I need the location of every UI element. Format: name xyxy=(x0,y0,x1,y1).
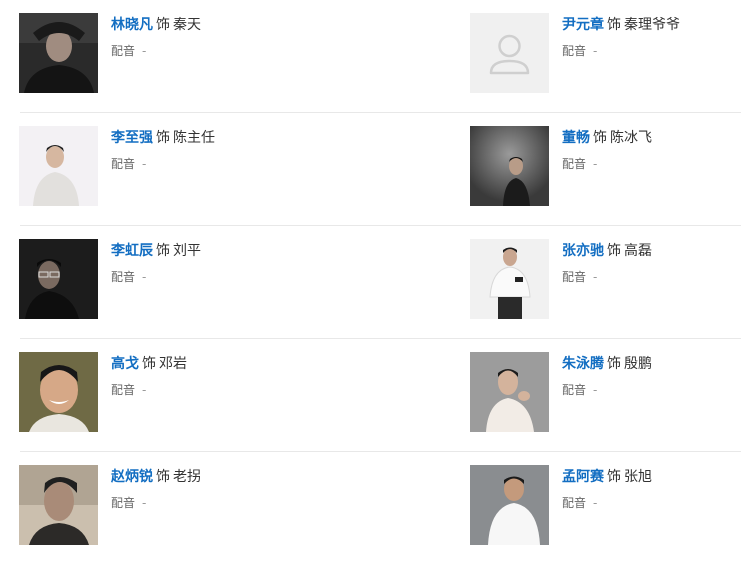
dub-label: 配音 xyxy=(111,496,136,510)
as-label: 饰 xyxy=(607,243,621,259)
actor-name-link[interactable]: 尹元章 xyxy=(562,17,604,33)
dub-value: - xyxy=(142,496,147,510)
as-label: 饰 xyxy=(607,17,621,33)
cast-item: 赵炳锐饰老拐 配音 - xyxy=(19,465,439,545)
cast-row: 林晓凡饰秦天 配音 - 尹元章饰秦理爷爷 配音 - xyxy=(0,0,741,113)
cast-item: 尹元章饰秦理爷爷 配音 - xyxy=(470,13,730,93)
dub-value: - xyxy=(142,270,147,284)
dub-label: 配音 xyxy=(562,496,587,510)
actor-name-link[interactable]: 孟阿赛 xyxy=(562,469,604,485)
as-label: 饰 xyxy=(593,130,607,146)
dub-value: - xyxy=(142,44,147,58)
actor-photo[interactable] xyxy=(19,239,98,319)
dub-value: - xyxy=(593,157,598,171)
dub-value: - xyxy=(142,383,147,397)
dub-value: - xyxy=(593,383,598,397)
actor-photo[interactable] xyxy=(19,352,98,432)
cast-item: 董畅饰陈冰飞 配音 - xyxy=(470,126,730,206)
cast-list: 林晓凡饰秦天 配音 - 尹元章饰秦理爷爷 配音 - 李至强 饰 陈主任 配音 -… xyxy=(0,0,741,561)
actor-name-link[interactable]: 林晓凡 xyxy=(111,17,153,33)
dub-label: 配音 xyxy=(562,383,587,397)
cast-item: 林晓凡饰秦天 配音 - xyxy=(19,13,439,93)
actor-photo[interactable] xyxy=(470,465,549,545)
dub-value: - xyxy=(593,270,598,284)
dub-label: 配音 xyxy=(562,157,587,171)
cast-row: 李至强饰陈主任 配音 - 董畅饰陈冰飞 配音 - xyxy=(0,113,741,226)
cast-item: 朱泳腾饰殷鹏 配音 - xyxy=(470,352,730,432)
dub-label: 配音 xyxy=(111,383,136,397)
dub-value: - xyxy=(593,44,598,58)
dub-label: 配音 xyxy=(111,157,136,171)
cast-row: 高戈饰邓岩 配音 - 朱泳腾饰殷鹏 配音 - xyxy=(0,339,741,452)
cast-item: 孟阿赛饰张旭 配音 - xyxy=(470,465,730,545)
actor-name-link[interactable]: 李至强 xyxy=(111,130,153,146)
cast-item: 李虹辰饰刘平 配音 - xyxy=(19,239,439,319)
as-label: 饰 xyxy=(156,130,170,146)
role-name: 秦天 xyxy=(173,17,201,33)
actor-name-link[interactable]: 张亦驰 xyxy=(562,243,604,259)
role-name: 秦理爷爷 xyxy=(624,17,680,33)
dub-label: 配音 xyxy=(111,270,136,284)
cast-row: 李虹辰饰刘平 配音 - 张亦驰饰高磊 配音 - xyxy=(0,226,741,339)
as-label: 饰 xyxy=(607,469,621,485)
dub-value: - xyxy=(593,496,598,510)
dub-label: 配音 xyxy=(111,44,136,58)
actor-photo[interactable] xyxy=(19,465,98,545)
as-label: 饰 xyxy=(156,243,170,259)
actor-name-link[interactable]: 李虹辰 xyxy=(111,243,153,259)
role-name: 邓岩 xyxy=(159,356,187,372)
role-name: 陈主任 xyxy=(173,130,215,146)
dub-label: 配音 xyxy=(562,270,587,284)
cast-item: 张亦驰饰高磊 配音 - xyxy=(470,239,730,319)
as-label: 饰 xyxy=(607,356,621,372)
role-name: 陈冰飞 xyxy=(610,130,652,146)
as-label: 饰 xyxy=(156,469,170,485)
actor-name-link[interactable]: 赵炳锐 xyxy=(111,469,153,485)
actor-name-link[interactable]: 高戈 xyxy=(111,356,139,372)
actor-photo[interactable] xyxy=(470,126,549,206)
dub-label: 配音 xyxy=(562,44,587,58)
cast-item: 李至强饰陈主任 配音 - xyxy=(19,126,439,206)
actor-name-link[interactable]: 董畅 xyxy=(562,130,590,146)
role-name: 老拐 xyxy=(173,469,201,485)
dub-value: - xyxy=(142,157,147,171)
actor-photo[interactable] xyxy=(19,13,98,93)
as-label: 饰 xyxy=(142,356,156,372)
as-label: 饰 xyxy=(156,17,170,33)
actor-photo[interactable] xyxy=(19,126,98,206)
avatar-placeholder-icon[interactable] xyxy=(470,13,549,93)
role-name: 殷鹏 xyxy=(624,356,652,372)
actor-photo[interactable] xyxy=(470,352,549,432)
role-name: 张旭 xyxy=(624,469,652,485)
actor-name-link[interactable]: 朱泳腾 xyxy=(562,356,604,372)
role-name: 刘平 xyxy=(173,243,201,259)
actor-photo[interactable] xyxy=(470,239,549,319)
cast-item: 高戈饰邓岩 配音 - xyxy=(19,352,439,432)
cast-row: 赵炳锐饰老拐 配音 - 孟阿赛饰张旭 配音 - xyxy=(0,452,741,565)
role-name: 高磊 xyxy=(624,243,652,259)
